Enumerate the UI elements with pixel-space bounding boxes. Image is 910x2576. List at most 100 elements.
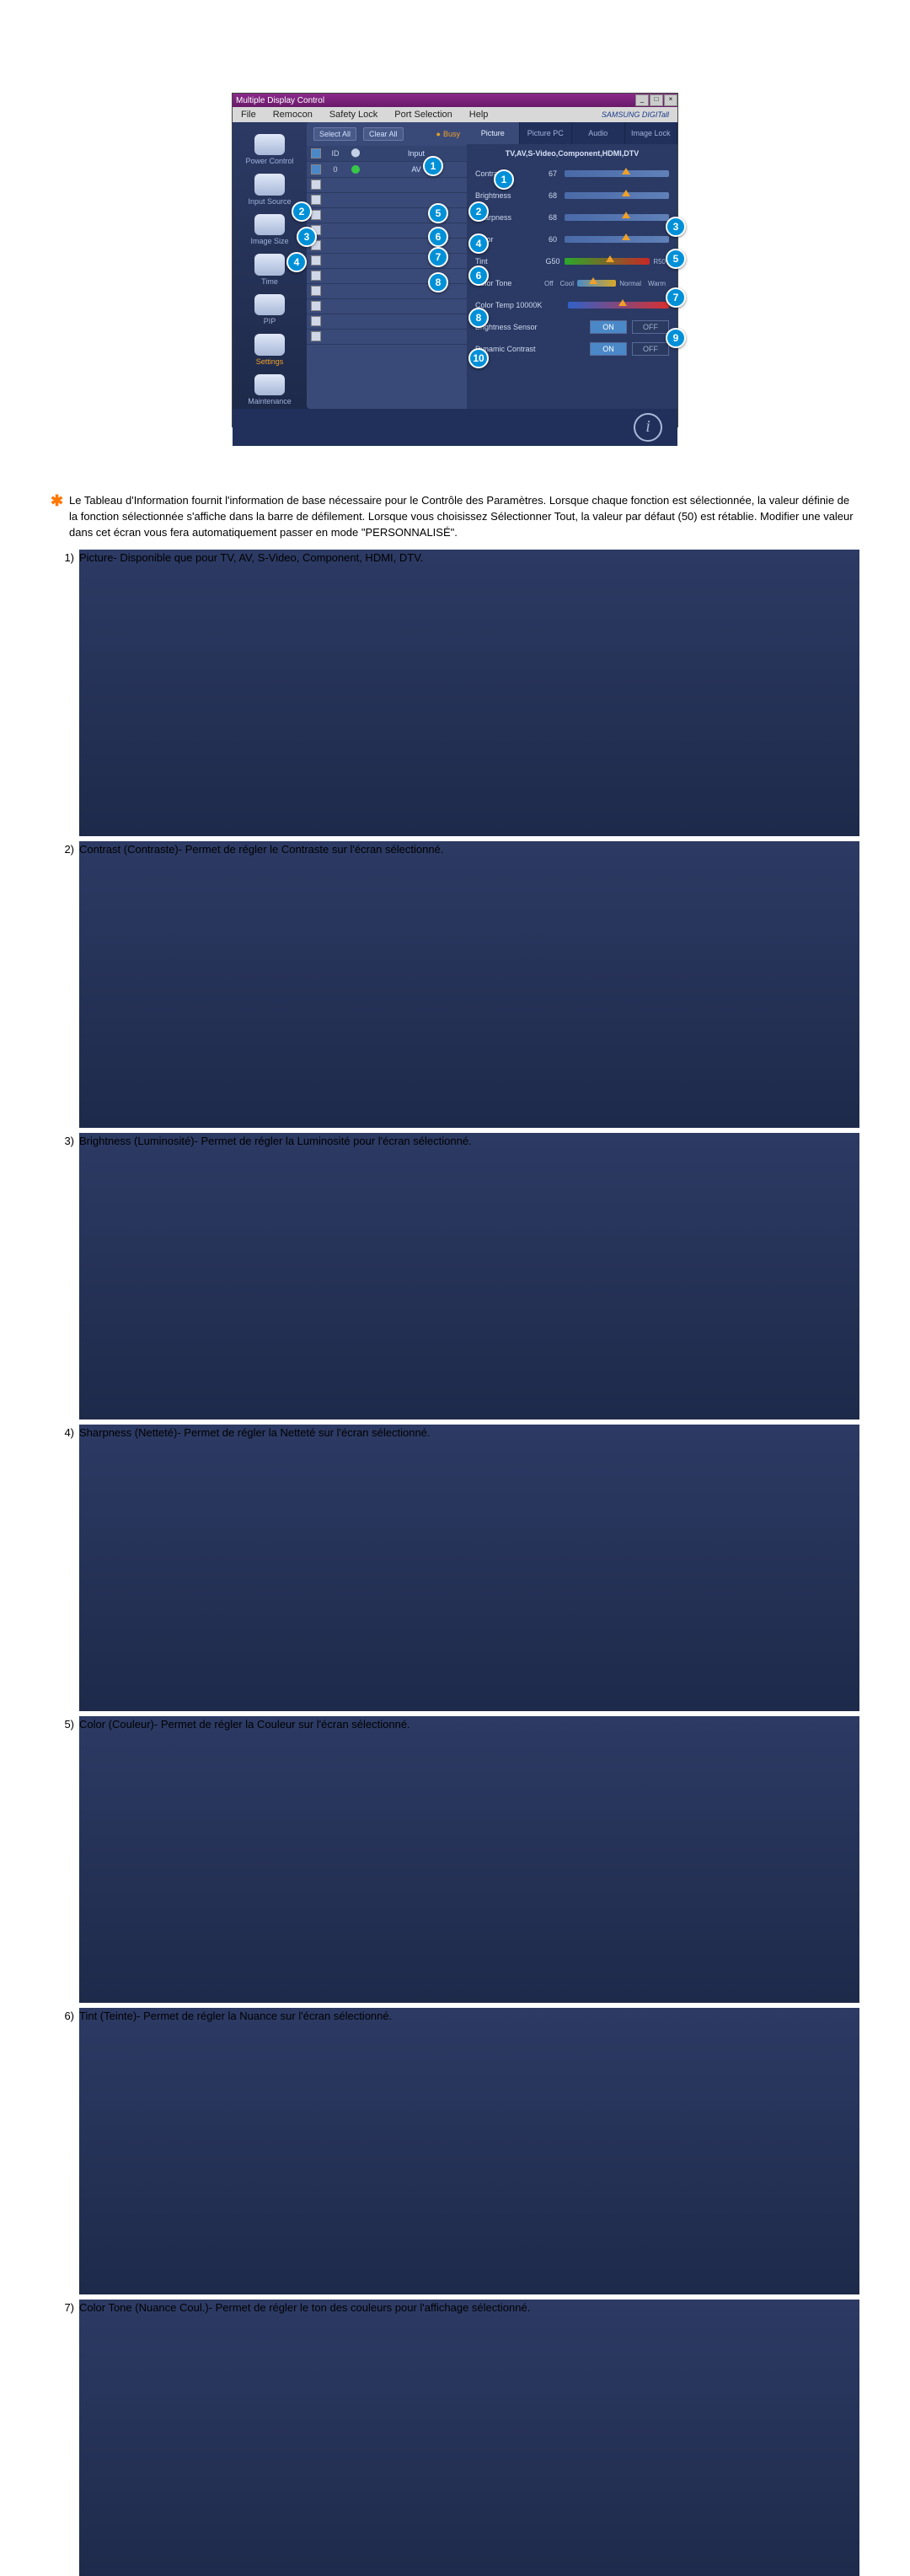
title: Multiple Display Control	[236, 96, 324, 105]
sidebar-pip: PIP	[264, 317, 276, 325]
clear-all-button[interactable]: Clear All	[363, 127, 404, 141]
item-title: Brightness (Luminosité)	[79, 1133, 195, 1419]
param-dynamic-contrast: Dynamic Contrast	[475, 345, 568, 353]
colortone-slider[interactable]	[577, 280, 616, 287]
col-id: ID	[325, 146, 345, 162]
sidebar-input: Input Source	[248, 197, 291, 206]
item-title: Tint (Teinte)	[79, 2008, 136, 2294]
item-desc: - Permet de régler la Couleur sur l'écra…	[154, 1716, 410, 2003]
item-number: 3)	[51, 1133, 79, 1419]
sidebar-maintenance: Maintenance	[248, 397, 292, 405]
settings-panel: Picture Picture PC Audio Image Lock TV,A…	[467, 122, 677, 409]
tab-image-lock[interactable]: Image Lock	[625, 122, 678, 144]
tint-slider[interactable]	[565, 258, 650, 265]
tab-picture[interactable]: Picture	[467, 122, 520, 144]
row-checkbox[interactable]	[311, 301, 321, 311]
row-checkbox[interactable]	[311, 195, 321, 205]
maintenance-icon[interactable]	[254, 374, 285, 395]
callout-1b: 1	[494, 169, 514, 190]
pip-icon[interactable]	[254, 294, 285, 315]
sidebar-time: Time	[261, 277, 278, 286]
row-checkbox[interactable]	[311, 331, 321, 341]
brightness-sensor-off[interactable]: OFF	[632, 320, 669, 334]
callout-7a: 7	[428, 247, 448, 267]
minimize-button[interactable]: _	[635, 94, 649, 106]
time-icon[interactable]	[254, 254, 285, 275]
param-colortemp: Color Temp 10000K	[475, 301, 568, 309]
callout-6b: 6	[468, 266, 489, 286]
item-number: 1)	[51, 550, 79, 836]
power-control-icon[interactable]	[254, 134, 285, 155]
image-size-icon[interactable]	[254, 214, 285, 235]
menubar: File Remocon Safety Lock Port Selection …	[233, 107, 677, 122]
param-brightness: Brightness	[475, 191, 541, 200]
menu-file[interactable]: File	[233, 110, 265, 120]
param-tint: Tint	[475, 257, 541, 266]
brand: SAMSUNG DIGITall	[593, 110, 677, 119]
list-item: 4)Sharpness (Netteté)- Permet de régler …	[51, 1425, 859, 1711]
row-checkbox[interactable]	[311, 316, 321, 326]
item-title: Picture	[79, 550, 113, 836]
note-intro: ✱ Le Tableau d'Information fournit l'inf…	[51, 493, 859, 541]
input-source-icon[interactable]	[254, 174, 285, 195]
star-icon: ✱	[51, 493, 69, 541]
item-desc: - Permet de régler le ton des couleurs p…	[209, 2300, 531, 2576]
settings-icon[interactable]	[254, 334, 285, 355]
close-button[interactable]: ×	[664, 94, 677, 106]
contrast-slider[interactable]	[565, 170, 669, 177]
titlebar: Multiple Display Control _ □ ×	[233, 94, 677, 107]
item-desc: - Disponible que pour TV, AV, S-Video, C…	[113, 550, 423, 836]
item-number: 6)	[51, 2008, 79, 2294]
sources-label: TV,AV,S-Video,Component,HDMI,DTV	[467, 144, 677, 163]
brightness-slider[interactable]	[565, 192, 669, 199]
callout-9: 9	[666, 328, 686, 348]
callout-8b: 8	[468, 308, 489, 328]
callout-10: 10	[468, 348, 489, 368]
row-checkbox[interactable]	[311, 286, 321, 296]
tab-audio[interactable]: Audio	[572, 122, 625, 144]
row-checkbox[interactable]	[311, 210, 321, 220]
callout-1a: 1	[423, 156, 443, 176]
brightness-sensor-on[interactable]: ON	[590, 320, 627, 334]
app-screenshot: Multiple Display Control _ □ × File Remo…	[232, 93, 678, 427]
callout-5a: 5	[428, 203, 448, 223]
callout-5b: 5	[666, 249, 686, 269]
info-icon[interactable]: i	[634, 413, 662, 442]
sidebar-power: Power Control	[245, 157, 293, 165]
tab-picture-pc[interactable]: Picture PC	[520, 122, 573, 144]
header-checkbox[interactable]	[311, 148, 321, 158]
callout-3b: 3	[666, 217, 686, 237]
list-item: 1)Picture- Disponible que pour TV, AV, S…	[51, 550, 859, 836]
list-item: 6)Tint (Teinte)- Permet de régler la Nua…	[51, 2008, 859, 2294]
item-desc: - Permet de régler la Nuance sur l'écran…	[136, 2008, 392, 2294]
callout-4a: 4	[286, 252, 307, 272]
row-checkbox[interactable]	[311, 271, 321, 281]
item-title: Color (Couleur)	[79, 1716, 154, 2003]
row-checkbox[interactable]	[311, 180, 321, 190]
item-desc: - Permet de régler la Luminosité pour l'…	[195, 1133, 472, 1419]
maximize-button[interactable]: □	[650, 94, 663, 106]
dynamic-contrast-off[interactable]: OFF	[632, 342, 669, 356]
select-all-button[interactable]: Select All	[313, 127, 356, 141]
colortemp-slider[interactable]	[568, 302, 669, 309]
callout-3a: 3	[297, 227, 317, 247]
col-input: Input	[366, 146, 467, 162]
color-slider[interactable]	[565, 236, 669, 243]
item-title: Contrast (Contraste)	[79, 841, 179, 1128]
item-number: 4)	[51, 1425, 79, 1711]
callout-2b: 2	[468, 201, 489, 222]
menu-safety-lock[interactable]: Safety Lock	[321, 110, 386, 120]
dynamic-contrast-on[interactable]: ON	[590, 342, 627, 356]
menu-remocon[interactable]: Remocon	[265, 110, 321, 120]
sharpness-slider[interactable]	[565, 214, 669, 221]
menu-port-selection[interactable]: Port Selection	[386, 110, 460, 120]
row-input: AV	[366, 162, 467, 178]
menu-help[interactable]: Help	[461, 110, 497, 120]
status-dot	[351, 165, 360, 174]
callout-7b: 7	[666, 287, 686, 308]
footer: i	[233, 409, 677, 446]
row-checkbox[interactable]	[311, 255, 321, 266]
busy-indicator: Busy	[436, 130, 460, 138]
callout-8a: 8	[428, 272, 448, 292]
row-checkbox[interactable]	[311, 164, 321, 174]
